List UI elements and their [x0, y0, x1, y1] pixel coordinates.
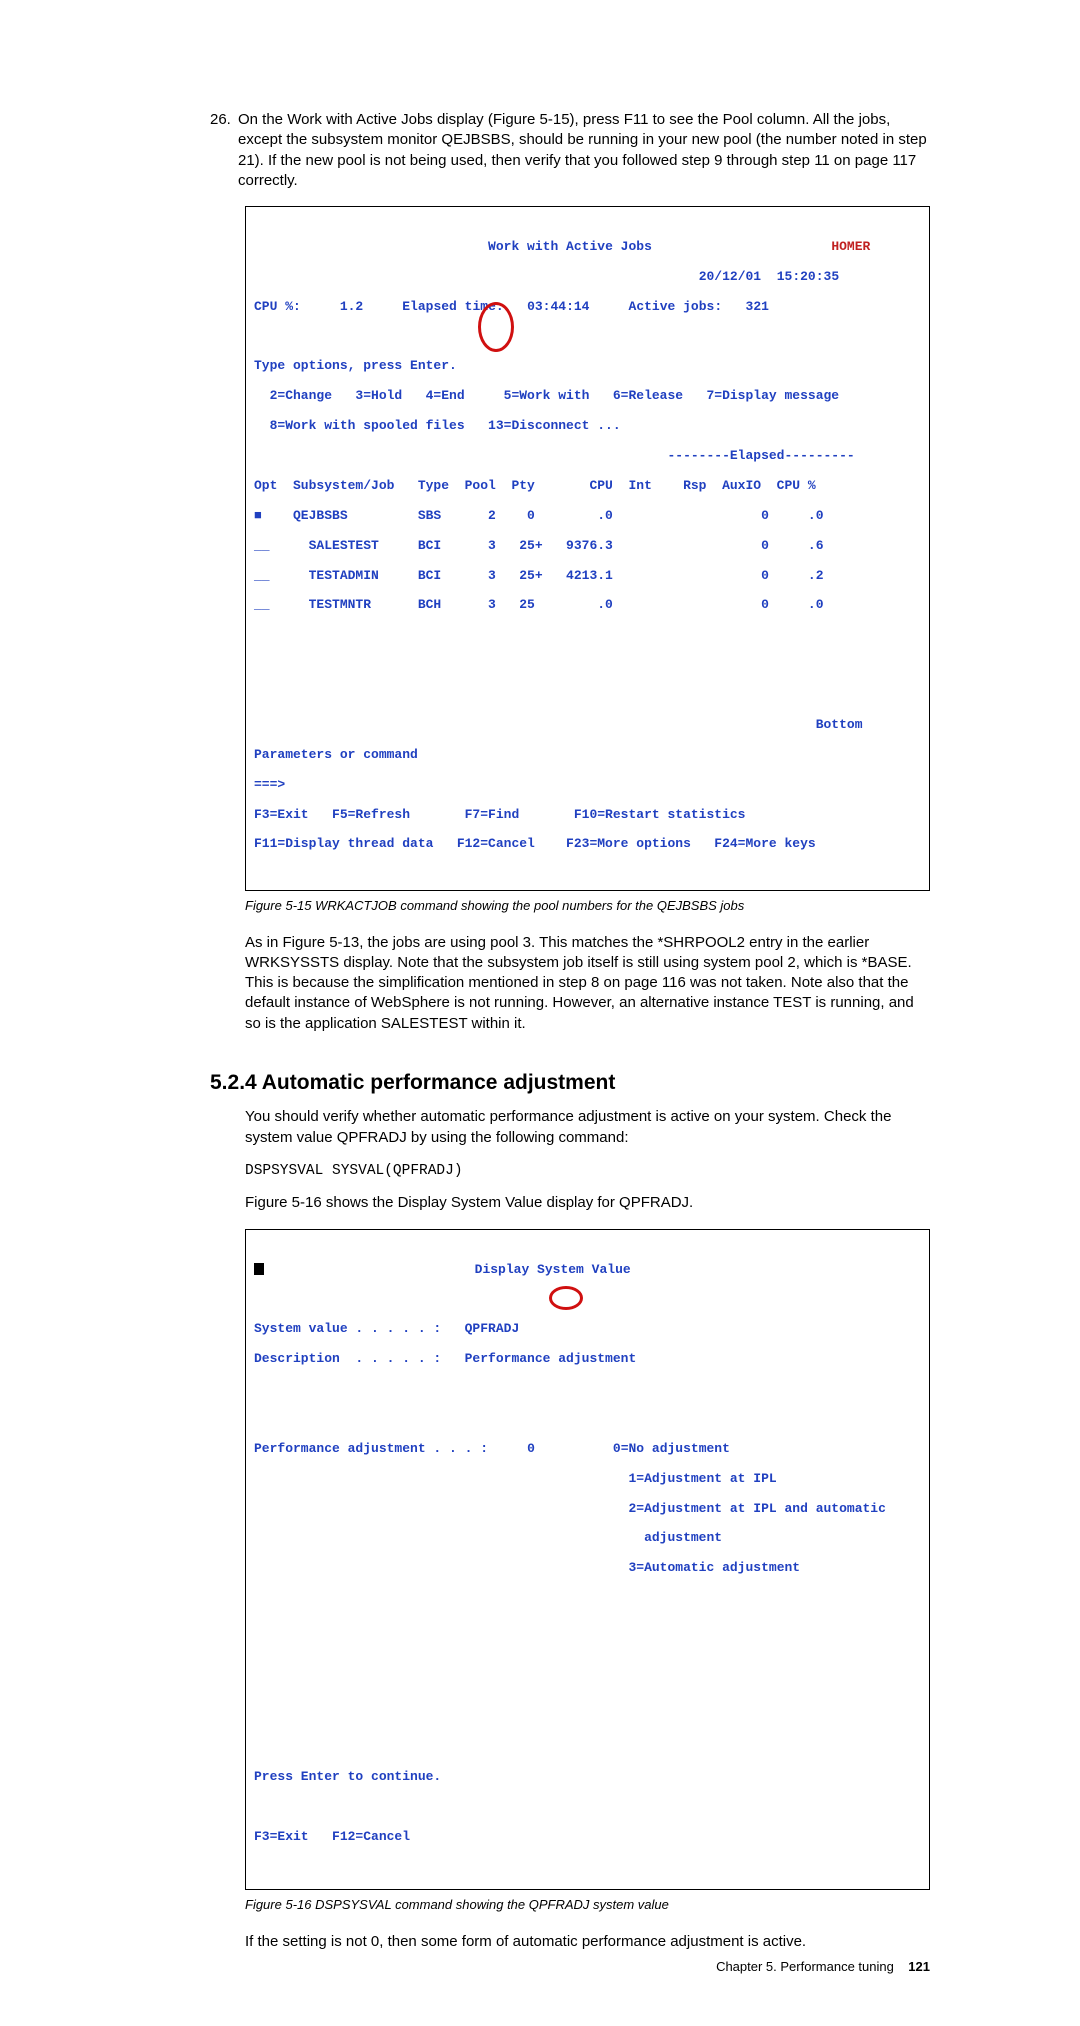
term1-typeopts1: Type options, press Enter. — [254, 359, 921, 374]
term1-title: Work with Active Jobs — [488, 239, 652, 254]
figure-5-16-caption: Figure 5-16 DSPSYSVAL command showing th… — [245, 1896, 930, 1914]
term2-pa-line: Performance adjustment . . . : 0 0=No ad… — [254, 1442, 921, 1457]
term2-desc: Description . . . . . : Performance adju… — [254, 1352, 921, 1367]
table-row: ■ QEJBSBS SBS 2 0 .0 0 .0 — [254, 509, 921, 524]
terminal-wrkactjob: Work with Active Jobs HOMER 20/12/01 15:… — [245, 206, 930, 891]
term1-typeopts3: 8=Work with spooled files 13=Disconnect … — [254, 419, 921, 434]
term2-fkeys: F3=Exit F12=Cancel — [254, 1830, 921, 1845]
page: 26. On the Work with Active Jobs display… — [0, 0, 1080, 2026]
paragraph: As in Figure 5-13, the jobs are using po… — [245, 933, 930, 1034]
term2-opt2b: adjustment — [254, 1531, 921, 1546]
table-row: __ SALESTEST BCI 3 25+ 9376.3 0 .6 — [254, 539, 921, 554]
command-dspsysval: DSPSYSVAL SYSVAL(QPFRADJ) — [245, 1162, 930, 1182]
term1-fkeys1: F3=Exit F5=Refresh F7=Find F10=Restart s… — [254, 808, 921, 823]
term2-opt3: 3=Automatic adjustment — [254, 1561, 921, 1576]
paragraph: If the setting is not 0, then some form … — [245, 1932, 930, 1952]
table-row: __ TESTADMIN BCI 3 25+ 4213.1 0 .2 — [254, 569, 921, 584]
section-heading-5-2-4: 5.2.4 Automatic performance adjustment — [210, 1069, 930, 1097]
term1-bottom: Bottom — [254, 718, 921, 733]
term2-title: Display System Value — [475, 1262, 631, 1277]
terminal-dspsysval: Display System Value System value . . . … — [245, 1229, 930, 1890]
footer-page-number: 121 — [908, 1959, 930, 1974]
numbered-step: 26. On the Work with Active Jobs display… — [210, 110, 930, 191]
term1-fkeys2: F11=Display thread data F12=Cancel F23=M… — [254, 837, 921, 852]
step-number: 26. — [210, 110, 238, 191]
paragraph: You should verify whether automatic perf… — [245, 1107, 930, 1148]
paragraph: Figure 5-16 shows the Display System Val… — [245, 1193, 930, 1213]
term2-sysval: System value . . . . . : QPFRADJ — [254, 1322, 921, 1337]
term1-datetime: 20/12/01 15:20:35 — [254, 270, 921, 285]
figure-5-15-caption: Figure 5-15 WRKACTJOB command showing th… — [245, 897, 930, 915]
term1-title-line: Work with Active Jobs HOMER — [254, 240, 921, 255]
term1-system: HOMER — [831, 239, 870, 254]
term1-col-header: Opt Subsystem/Job Type Pool Pty CPU Int … — [254, 479, 921, 494]
step-text: On the Work with Active Jobs display (Fi… — [238, 110, 930, 191]
term2-opt1: 1=Adjustment at IPL — [254, 1472, 921, 1487]
term2-press-enter: Press Enter to continue. — [254, 1770, 921, 1785]
table-row: __ TESTMNTR BCH 3 25 .0 0 .0 — [254, 598, 921, 613]
term1-cpu-line: CPU %: 1.2 Elapsed time: 03:44:14 Active… — [254, 300, 921, 315]
term1-typeopts2: 2=Change 3=Hold 4=End 5=Work with 6=Rele… — [254, 389, 921, 404]
term1-prompt: ===> — [254, 778, 921, 793]
page-footer: Chapter 5. Performance tuning 121 — [716, 1958, 930, 1976]
qpfradj-value: 0 — [527, 1441, 535, 1456]
footer-chapter: Chapter 5. Performance tuning — [716, 1959, 894, 1974]
term2-opt2: 2=Adjustment at IPL and automatic — [254, 1502, 921, 1517]
term1-elapsed-header: --------Elapsed--------- — [254, 449, 921, 464]
term1-param-label: Parameters or command — [254, 748, 921, 763]
cursor-icon — [254, 1263, 264, 1275]
term2-title-line: Display System Value — [254, 1263, 921, 1278]
